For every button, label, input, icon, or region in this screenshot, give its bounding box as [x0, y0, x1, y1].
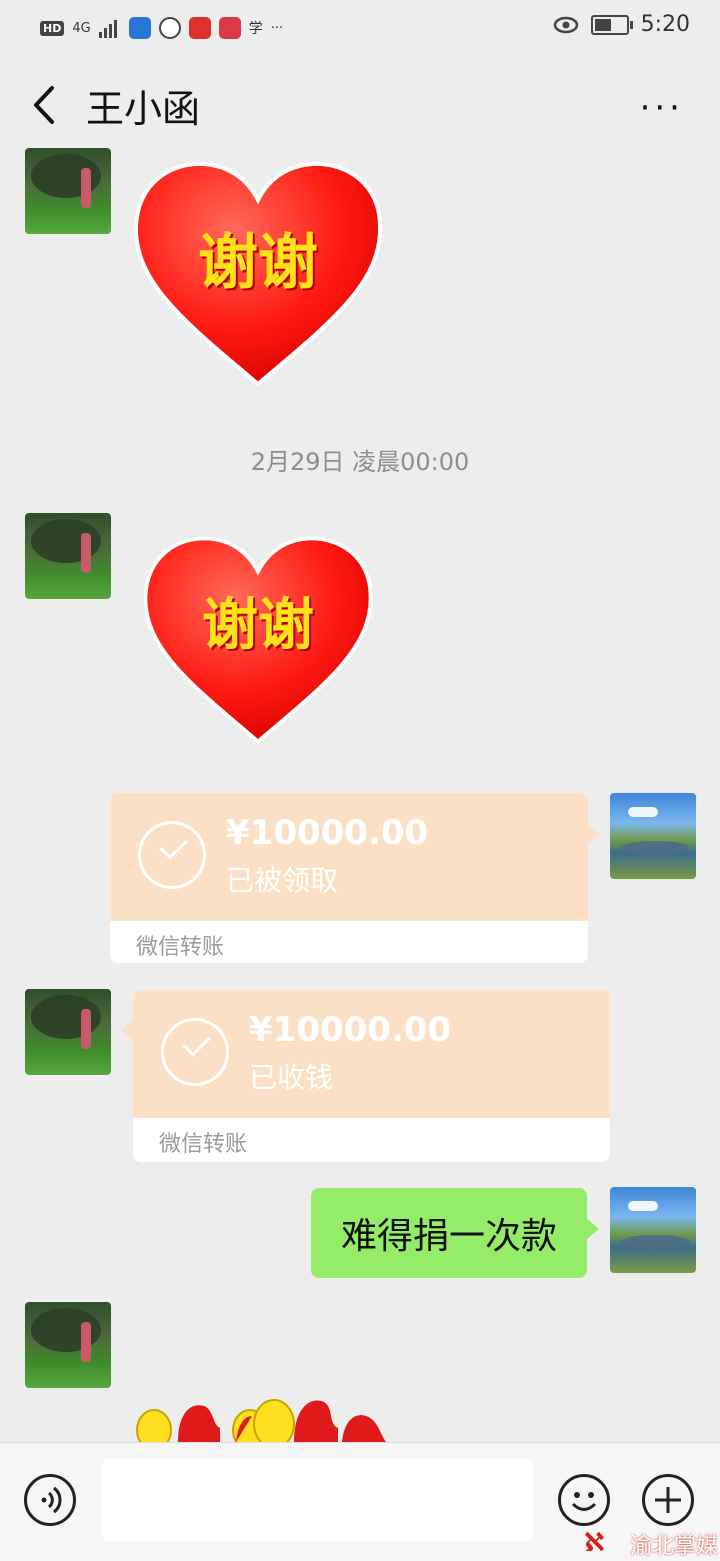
signal-icon: [98, 20, 117, 38]
transfer-status: 已收钱: [249, 1061, 334, 1094]
status-bar: HD 4G 学 ··· 5:20: [0, 0, 720, 56]
contact-avatar[interactable]: [25, 989, 111, 1075]
check-circle-icon: [138, 821, 206, 889]
clock: 5:20: [640, 12, 690, 37]
back-arrow-icon[interactable]: [26, 80, 66, 130]
red-app-notification-icon: [188, 17, 211, 39]
voice-input-icon[interactable]: [24, 1474, 76, 1526]
watermark-logo-icon: ℵ: [583, 1528, 605, 1558]
my-avatar[interactable]: [610, 1187, 696, 1273]
study-app-icon: 学: [248, 21, 263, 37]
bubble-tail: [121, 1020, 133, 1040]
heart-text: 谢谢: [202, 592, 314, 658]
emoji-icon[interactable]: [558, 1474, 610, 1526]
sent-text-bubble[interactable]: 难得捐一次款: [311, 1188, 587, 1278]
hand-notification-icon: [158, 17, 181, 39]
battery-icon: [590, 14, 633, 35]
app-notification-icon: [128, 17, 151, 39]
hd-indicator: HD: [40, 20, 65, 36]
eye-comfort-icon: [553, 16, 578, 33]
transfer-amount: ¥10000.00: [249, 1010, 452, 1050]
thanks-heart-sticker[interactable]: 谢谢: [130, 156, 386, 392]
transfer-footer: 微信转账: [159, 1132, 248, 1157]
status-left-icons: HD 4G 学 ···: [40, 14, 283, 42]
status-right-icons: 5:20: [553, 12, 690, 37]
chat-timestamp: 2月29日 凌晨00:00: [250, 448, 470, 476]
bubble-tail: [588, 824, 600, 844]
transfer-amount: ¥10000.00: [226, 813, 429, 853]
watermark-text: 渝北掌媒: [629, 1534, 718, 1559]
transfer-status: 已被领取: [226, 864, 339, 897]
bubble-tail: [587, 1219, 599, 1239]
chat-title: 王小函: [86, 87, 201, 131]
more-options-icon[interactable]: ···: [640, 88, 684, 128]
contact-avatar[interactable]: [25, 1302, 111, 1388]
contact-avatar[interactable]: [25, 513, 111, 599]
transfer-card-sent[interactable]: ¥10000.00 已被领取 微信转账: [110, 793, 588, 963]
network-indicator: 4G: [72, 20, 91, 36]
contact-avatar[interactable]: [25, 148, 111, 234]
book-notification-icon: [218, 17, 241, 39]
more-notifications-icon: ···: [270, 20, 284, 36]
transfer-card-received[interactable]: ¥10000.00 已收钱 微信转账: [133, 990, 610, 1162]
add-more-icon[interactable]: [642, 1474, 694, 1526]
thanks-heart-sticker[interactable]: 谢谢: [140, 530, 376, 750]
transfer-footer: 微信转账: [136, 935, 225, 960]
check-circle-icon: [161, 1018, 229, 1086]
thumbs-up-sticker[interactable]: [134, 1394, 394, 1442]
message-input[interactable]: [102, 1458, 534, 1542]
my-avatar[interactable]: [610, 793, 696, 879]
watermark: ℵ 渝北掌媒: [584, 1528, 718, 1560]
heart-text: 谢谢: [198, 228, 318, 298]
